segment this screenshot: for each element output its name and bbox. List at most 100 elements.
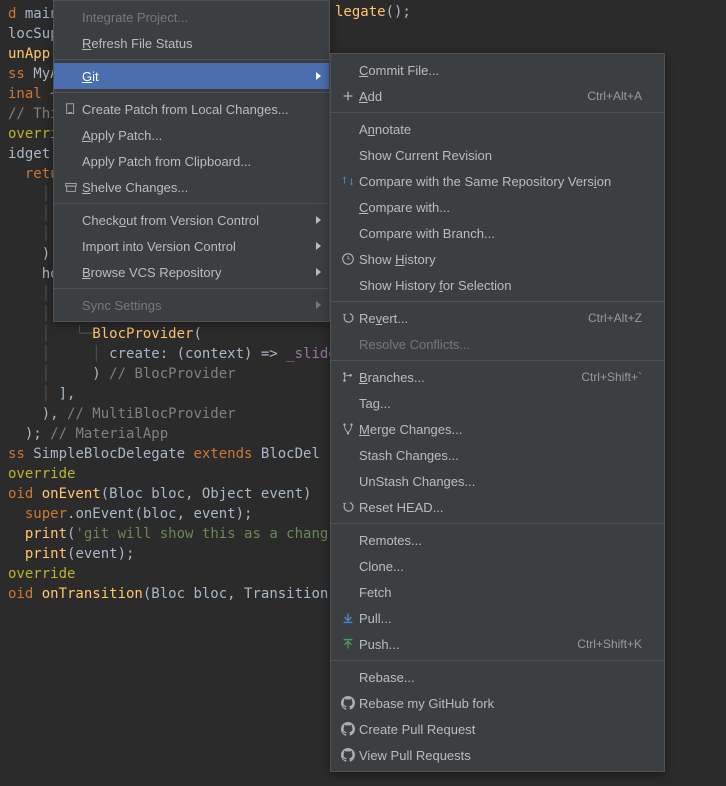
- menu-item[interactable]: Rebase...: [331, 664, 664, 690]
- menu-item: Resolve Conflicts...: [331, 331, 664, 357]
- clock-icon: [337, 252, 359, 266]
- menu-item-label: Create Pull Request: [359, 722, 642, 737]
- menu-item[interactable]: Shelve Changes...: [54, 174, 329, 200]
- menu-item[interactable]: Stash Changes...: [331, 442, 664, 468]
- merge-icon: [337, 422, 359, 436]
- menu-item[interactable]: Compare with...: [331, 194, 664, 220]
- menu-item-label: Refresh File Status: [82, 36, 307, 51]
- github-icon: [337, 696, 359, 710]
- menu-shortcut: Ctrl+Shift+`: [581, 370, 642, 384]
- menu-item[interactable]: Remotes...: [331, 527, 664, 553]
- menu-shortcut: Ctrl+Shift+K: [577, 637, 642, 651]
- menu-item[interactable]: Import into Version Control: [54, 233, 329, 259]
- menu-item-label: Pull...: [359, 611, 642, 626]
- menu-item[interactable]: Apply Patch...: [54, 122, 329, 148]
- shelve-icon: [60, 180, 82, 194]
- patch-icon: [60, 102, 82, 116]
- menu-item[interactable]: Push...Ctrl+Shift+K: [331, 631, 664, 657]
- menu-separator: [54, 59, 329, 60]
- menu-item[interactable]: Commit File...: [331, 57, 664, 83]
- menu-item-label: Push...: [359, 637, 577, 652]
- menu-item[interactable]: Reset HEAD...: [331, 494, 664, 520]
- menu-item-label: Add: [359, 89, 587, 104]
- menu-item-label: Browse VCS Repository: [82, 265, 307, 280]
- menu-item[interactable]: AddCtrl+Alt+A: [331, 83, 664, 109]
- code-snippet: legate();: [335, 4, 411, 20]
- submenu-arrow-icon: [316, 242, 321, 250]
- menu-item-label: Checkout from Version Control: [82, 213, 307, 228]
- plus-icon: [337, 89, 359, 103]
- menu-item[interactable]: Show Current Revision: [331, 142, 664, 168]
- menu-separator: [54, 288, 329, 289]
- vcs-context-menu: Integrate Project... Refresh File Status G…: [53, 0, 330, 322]
- submenu-arrow-icon: [316, 216, 321, 224]
- menu-item-label: Apply Patch from Clipboard...: [82, 154, 307, 169]
- menu-item[interactable]: Browse VCS Repository: [54, 259, 329, 285]
- menu-item-label: Shelve Changes...: [82, 180, 307, 195]
- menu-item-label: Import into Version Control: [82, 239, 307, 254]
- submenu-arrow-icon: [316, 72, 321, 80]
- menu-item-label: Fetch: [359, 585, 642, 600]
- menu-item-label: Integrate Project...: [82, 10, 307, 25]
- menu-item[interactable]: Clone...: [331, 553, 664, 579]
- menu-item-label: Rebase...: [359, 670, 642, 685]
- menu-item[interactable]: UnStash Changes...: [331, 468, 664, 494]
- menu-item[interactable]: Show History: [331, 246, 664, 272]
- menu-item-label: Show History for Selection: [359, 278, 642, 293]
- menu-item[interactable]: Rebase my GitHub fork: [331, 690, 664, 716]
- menu-item-label: Compare with the Same Repository Version: [359, 174, 642, 189]
- menu-item[interactable]: Refresh File Status: [54, 30, 329, 56]
- revert-icon: [337, 500, 359, 514]
- menu-item[interactable]: Checkout from Version Control: [54, 207, 329, 233]
- menu-item-label: Show Current Revision: [359, 148, 642, 163]
- menu-item[interactable]: Annotate: [331, 116, 664, 142]
- menu-item[interactable]: Tag...: [331, 390, 664, 416]
- submenu-arrow-icon: [316, 301, 321, 309]
- menu-item-label: Clone...: [359, 559, 642, 574]
- revert-icon: [337, 311, 359, 325]
- menu-item[interactable]: Show History for Selection: [331, 272, 664, 298]
- github-icon: [337, 722, 359, 736]
- menu-item-label: Apply Patch...: [82, 128, 307, 143]
- menu-item[interactable]: Pull...: [331, 605, 664, 631]
- menu-shortcut: Ctrl+Alt+A: [587, 89, 642, 103]
- menu-item-label: Sync Settings: [82, 298, 307, 313]
- menu-item-label: Branches...: [359, 370, 581, 385]
- menu-item-label: Commit File...: [359, 63, 642, 78]
- pull-icon: [337, 611, 359, 625]
- menu-item[interactable]: Branches...Ctrl+Shift+`: [331, 364, 664, 390]
- menu-separator: [54, 203, 329, 204]
- menu-separator: [331, 112, 664, 113]
- menu-item-label: Show History: [359, 252, 642, 267]
- menu-item: Integrate Project...: [54, 4, 329, 30]
- menu-item-label: Create Patch from Local Changes...: [82, 102, 307, 117]
- menu-item-label: Rebase my GitHub fork: [359, 696, 642, 711]
- menu-item[interactable]: Fetch: [331, 579, 664, 605]
- menu-item[interactable]: Apply Patch from Clipboard...: [54, 148, 329, 174]
- compare-icon: [337, 174, 359, 188]
- menu-item-label: Compare with...: [359, 200, 642, 215]
- menu-item[interactable]: View Pull Requests: [331, 742, 664, 768]
- submenu-arrow-icon: [316, 268, 321, 276]
- push-icon: [337, 637, 359, 651]
- menu-item-label: Resolve Conflicts...: [359, 337, 642, 352]
- menu-separator: [54, 92, 329, 93]
- menu-item-label: Stash Changes...: [359, 448, 642, 463]
- menu-item-label: Git: [82, 69, 307, 84]
- menu-item-label: Annotate: [359, 122, 642, 137]
- menu-item-label: Revert...: [359, 311, 588, 326]
- menu-separator: [331, 660, 664, 661]
- menu-item[interactable]: Git: [54, 63, 329, 89]
- branch-icon: [337, 370, 359, 384]
- menu-item[interactable]: Compare with the Same Repository Version: [331, 168, 664, 194]
- menu-item[interactable]: Create Pull Request: [331, 716, 664, 742]
- menu-item[interactable]: Create Patch from Local Changes...: [54, 96, 329, 122]
- menu-item[interactable]: Compare with Branch...: [331, 220, 664, 246]
- menu-item[interactable]: Revert...Ctrl+Alt+Z: [331, 305, 664, 331]
- menu-separator: [331, 360, 664, 361]
- menu-item-label: Tag...: [359, 396, 642, 411]
- menu-separator: [331, 301, 664, 302]
- git-submenu: Commit File... AddCtrl+Alt+A Annotate Show …: [330, 53, 665, 772]
- menu-item[interactable]: Merge Changes...: [331, 416, 664, 442]
- github-icon: [337, 748, 359, 762]
